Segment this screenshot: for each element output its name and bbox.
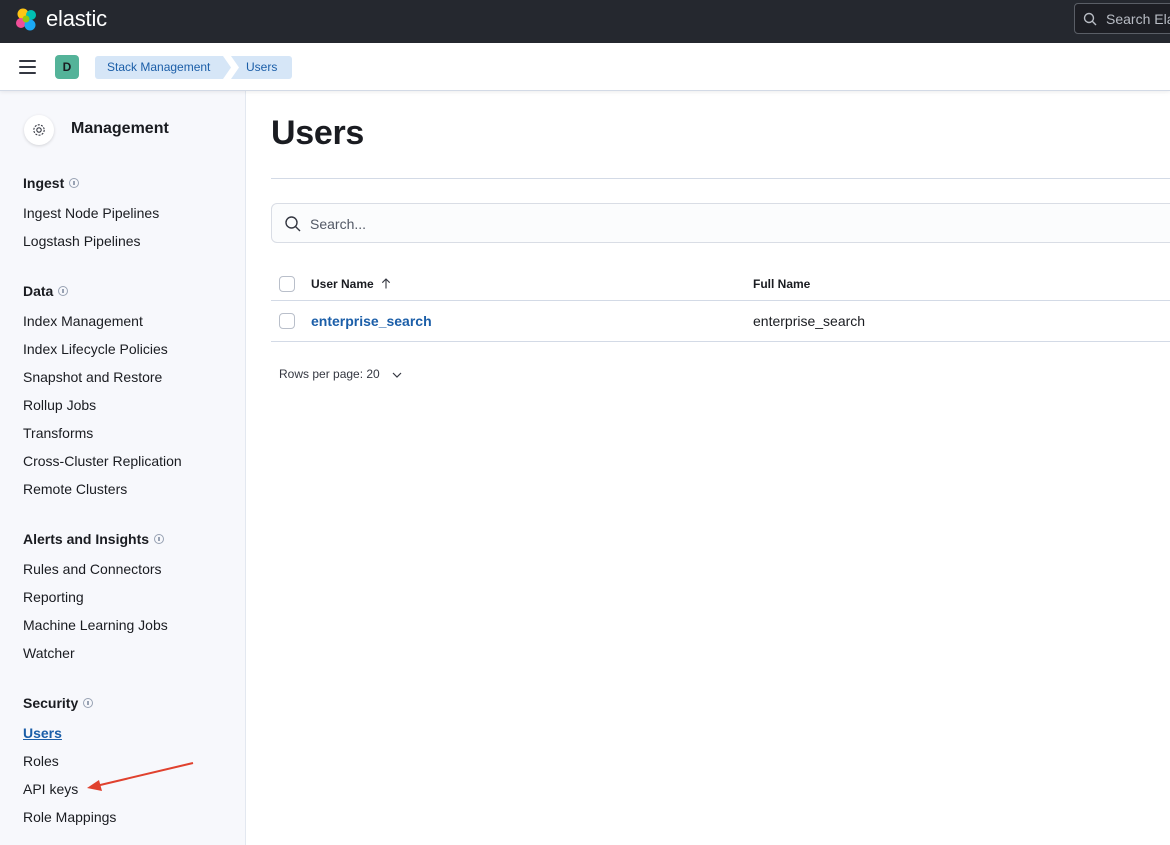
page-title: Users — [271, 114, 365, 152]
column-header-label: User Name — [311, 277, 374, 291]
section-title-alerts-and-insights: Alerts and Insights — [23, 531, 165, 547]
section-title-label: Security — [23, 695, 79, 711]
section-title-ingest: Ingest — [23, 175, 80, 191]
sidebar-item-index-management[interactable]: Index Management — [23, 313, 143, 329]
sidebar-item-reporting[interactable]: Reporting — [23, 589, 84, 605]
rows-per-page-button[interactable]: Rows per page: 20 — [279, 367, 402, 381]
section-title-label: Ingest — [23, 175, 65, 191]
sidebar-title: Management — [71, 120, 169, 137]
sidebar-item-logstash-pipelines[interactable]: Logstash Pipelines — [23, 233, 141, 249]
column-header-full-name[interactable]: Full Name — [753, 277, 810, 291]
global-search-placeholder: Search Ela — [1106, 11, 1170, 27]
row-checkbox[interactable] — [279, 313, 295, 329]
sidebar-item-roles[interactable]: Roles — [23, 753, 59, 769]
section-title-security: Security — [23, 695, 94, 711]
sidebar-item-cross-cluster-replication[interactable]: Cross-Cluster Replication — [23, 453, 182, 469]
global-search-field[interactable]: Search Ela — [1074, 3, 1170, 34]
sidebar-item-users[interactable]: Users — [23, 725, 62, 741]
sort-ascending-icon — [381, 278, 391, 289]
user-name-link[interactable]: enterprise_search — [311, 313, 432, 329]
info-icon — [83, 698, 94, 708]
select-all-checkbox[interactable] — [279, 276, 295, 292]
section-title-label: Data — [23, 283, 54, 299]
search-icon — [1083, 12, 1097, 26]
info-icon — [154, 534, 165, 544]
sidebar-item-machine-learning-jobs[interactable]: Machine Learning Jobs — [23, 617, 168, 633]
sidebar-item-remote-clusters[interactable]: Remote Clusters — [23, 481, 127, 497]
search-input[interactable] — [310, 213, 910, 235]
top-header: elastic Search Ela — [0, 0, 1170, 43]
breadcrumb-bar: D Stack Management Users — [0, 43, 1170, 91]
main-content: Users User Name Full Name enterprise_sea… — [247, 91, 1170, 845]
sidebar-item-ingest-node-pipelines[interactable]: Ingest Node Pipelines — [23, 205, 159, 221]
sidebar-item-snapshot-and-restore[interactable]: Snapshot and Restore — [23, 369, 162, 385]
full-name-cell: enterprise_search — [753, 313, 866, 329]
sidebar-item-rules-and-connectors[interactable]: Rules and Connectors — [23, 561, 162, 577]
info-icon — [58, 286, 69, 296]
divider — [271, 178, 1170, 179]
sidebar-item-role-mappings[interactable]: Role Mappings — [23, 809, 116, 825]
chevron-down-icon — [392, 372, 402, 378]
column-header-user-name[interactable]: User Name — [311, 277, 391, 291]
elastic-logo-icon[interactable] — [14, 7, 40, 33]
rows-per-page-label: Rows per page: 20 — [279, 367, 380, 381]
sidebar-item-watcher[interactable]: Watcher — [23, 645, 75, 661]
management-gear-icon — [24, 115, 54, 145]
info-icon — [69, 178, 80, 188]
section-title-data: Data — [23, 283, 69, 299]
brand-name[interactable]: elastic — [46, 6, 107, 32]
breadcrumb-users: Users — [231, 56, 292, 79]
space-avatar[interactable]: D — [55, 55, 79, 79]
sidebar-item-api-keys[interactable]: API keys — [23, 781, 78, 797]
section-title-label: Alerts and Insights — [23, 531, 150, 547]
sidebar-item-rollup-jobs[interactable]: Rollup Jobs — [23, 397, 96, 413]
divider — [271, 341, 1170, 342]
management-sidebar: Management Ingest Ingest Node Pipelines … — [0, 91, 246, 845]
users-search-field[interactable] — [271, 203, 1170, 243]
sidebar-item-transforms[interactable]: Transforms — [23, 425, 93, 441]
menu-icon[interactable] — [19, 60, 36, 74]
breadcrumb-stack-management[interactable]: Stack Management — [95, 56, 231, 79]
search-icon — [285, 216, 301, 232]
annotation-arrow-icon — [87, 762, 194, 791]
sidebar-item-index-lifecycle-policies[interactable]: Index Lifecycle Policies — [23, 341, 168, 357]
divider — [271, 300, 1170, 301]
